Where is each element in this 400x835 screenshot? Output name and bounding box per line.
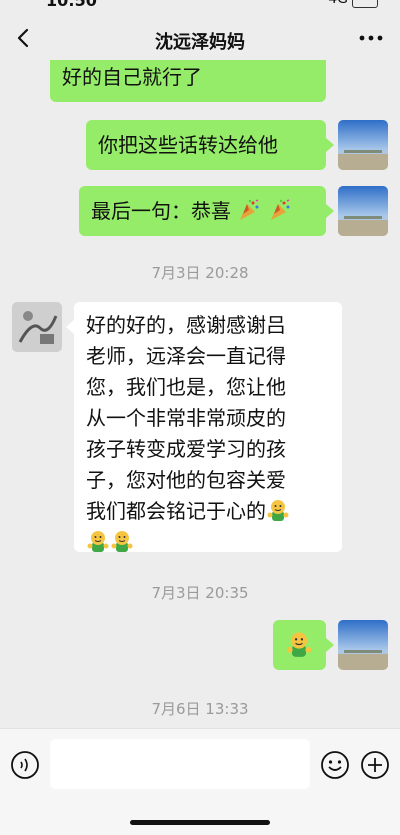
my-avatar[interactable]	[338, 186, 388, 236]
message-line	[86, 527, 330, 558]
message-line: 好的好的，感谢感谢吕	[86, 313, 286, 337]
message-bubble-sent[interactable]	[273, 620, 326, 670]
message-bubble-sent[interactable]: 你把这些话转达给他	[86, 120, 326, 170]
message-line: 我们都会铭记于心的	[86, 496, 330, 527]
message-line: 您，我们也是，您让他	[86, 375, 286, 399]
status-network: 4G	[328, 0, 348, 7]
battery-icon	[352, 0, 378, 8]
message-text: 最后一句：恭喜	[91, 199, 231, 223]
message-line: 从一个非常非常顽皮的	[86, 406, 286, 430]
message-bubble-received[interactable]: 好的好的，感谢感谢吕 老师，远泽会一直记得 您，我们也是，您让他 从一个非常非常…	[74, 302, 342, 552]
message-text: 好的自己就行了	[62, 65, 202, 89]
party-popper-emoji-icon	[270, 199, 290, 220]
my-avatar[interactable]	[338, 620, 388, 670]
message-input[interactable]	[50, 739, 310, 789]
more-options-icon[interactable]	[354, 24, 388, 52]
bubble-tail	[326, 204, 334, 218]
message-bubble-sent[interactable]: 好的自己就行了	[50, 60, 326, 102]
emoji-picker-icon[interactable]	[320, 750, 350, 780]
smile-hands-emoji-icon	[267, 500, 289, 521]
message-text: 你把这些话转达给他	[98, 133, 278, 157]
smile-hands-emoji-icon	[286, 632, 312, 657]
smile-hands-emoji-icon	[87, 531, 109, 552]
home-indicator	[130, 820, 270, 825]
bubble-tail	[66, 320, 74, 334]
voice-input-icon[interactable]	[10, 750, 40, 780]
message-list[interactable]: 好的自己就行了 你把这些话转达给他 最后一句：恭喜 7月3日 20:28 好的好…	[0, 60, 400, 728]
timestamp: 7月6日 13:33	[151, 700, 249, 718]
timestamp: 7月3日 20:28	[151, 264, 249, 282]
smile-hands-emoji-icon	[111, 531, 133, 552]
status-time: 10:50	[46, 0, 97, 10]
party-popper-emoji-icon	[240, 199, 259, 220]
message-line: 子，您对他的包容关爱	[86, 468, 286, 492]
message-line: 老师，远泽会一直记得	[86, 344, 286, 368]
message-bubble-sent[interactable]: 最后一句：恭喜	[79, 186, 326, 236]
chat-title: 沈远泽妈妈	[155, 32, 245, 53]
my-avatar[interactable]	[338, 120, 388, 170]
status-bar: 10:50 4G	[0, 0, 400, 10]
bubble-tail	[326, 138, 334, 152]
input-bar	[0, 728, 400, 835]
message-line-text: 我们都会铭记于心的	[86, 499, 266, 523]
contact-avatar[interactable]	[12, 302, 62, 352]
message-line: 孩子转变成爱学习的孩	[86, 437, 286, 461]
more-functions-icon[interactable]	[360, 750, 390, 780]
timestamp: 7月3日 20:35	[151, 584, 249, 602]
bubble-tail	[326, 638, 334, 652]
